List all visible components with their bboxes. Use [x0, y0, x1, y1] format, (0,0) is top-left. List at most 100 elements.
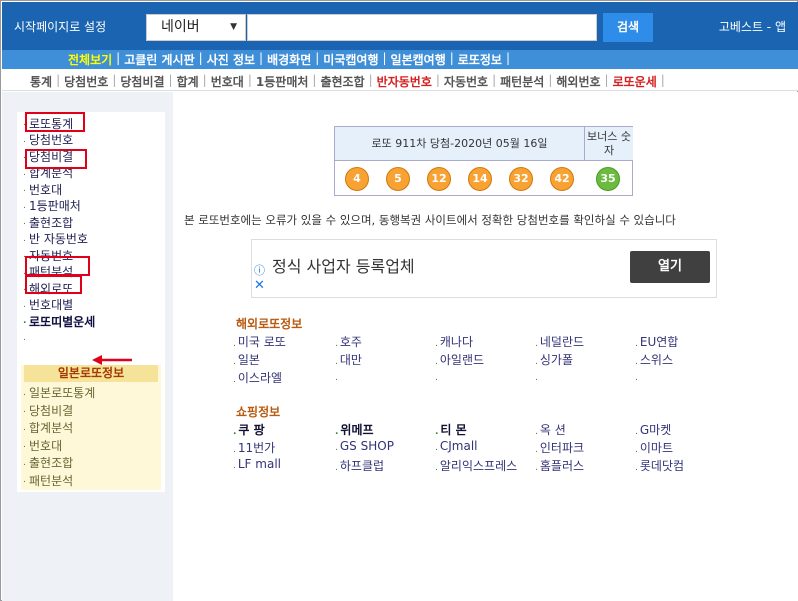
- lotto-ball: 32: [509, 167, 533, 191]
- bonus-header: 보너스 숫자: [585, 127, 633, 161]
- nav-item-wallpaper[interactable]: 배경화면: [265, 51, 313, 68]
- overseas-link-japan[interactable]: . 일본: [233, 351, 260, 368]
- dropdown-arrow-icon: ▼: [230, 22, 237, 32]
- pointer-arrow-icon: [92, 355, 132, 365]
- shop-link-lotte[interactable]: . 롯데닷컴: [635, 457, 684, 474]
- info-icon[interactable]: ⓘ: [254, 262, 265, 278]
- sidebar-item-by-range[interactable]: . 번호대별: [23, 297, 95, 314]
- nav-item-photo[interactable]: 사진 정보: [205, 51, 257, 68]
- jp-item-range[interactable]: . 번호대: [23, 437, 95, 455]
- sidebar-item-winning-numbers[interactable]: . 당첨번호: [23, 132, 95, 149]
- main-content: 로또 911차 당첨-2020년 05월 16일 보너스 숫자 4 5 12 1…: [173, 92, 798, 601]
- sidebar-item-fortune[interactable]: . 로또띠별운세: [23, 313, 95, 330]
- overseas-link-israel[interactable]: . 이스라엘: [233, 369, 282, 386]
- winning-balls: 4 5 12 14 32 42: [345, 167, 591, 191]
- lotto-draw-header: 로또 911차 당첨-2020년 05월 16일: [335, 127, 585, 161]
- browser-page: 시작페이지로 설정 네이버 ▼ 검색 고베스트 - 앱 전체보기 | 고클린 게…: [0, 0, 798, 601]
- japan-lotto-title: 일본로또정보: [24, 365, 158, 382]
- lotto-nav-combos[interactable]: 출현조합: [320, 73, 364, 90]
- lotto-nav-overseas[interactable]: 해외번호: [556, 73, 600, 90]
- lotto-nav-first-prize-shops[interactable]: 1등판매처: [256, 73, 309, 90]
- overseas-link-singapore[interactable]: . 싱가폴: [535, 351, 573, 368]
- search-button[interactable]: 검색: [603, 13, 653, 42]
- japan-lotto-panel: 일본로또정보 . 일본로또통계 . 당첨비결 . 합계분석 . 번호대 . 출현조합 .패…: [21, 365, 161, 490]
- overseas-link-switzerland[interactable]: . 스위스: [635, 351, 673, 368]
- ad-text: 정식 사업자 등록업체: [272, 257, 415, 276]
- jp-item-combos[interactable]: . 출현조합: [23, 454, 95, 472]
- jp-item-sum[interactable]: . 합계분석: [23, 419, 95, 437]
- lotto-ball: 14: [468, 167, 492, 191]
- nav-separator: |: [116, 51, 121, 65]
- lotto-nav-range[interactable]: 번호대: [211, 73, 244, 90]
- bonus-ball: 35: [596, 167, 620, 191]
- sidebar-item-combos[interactable]: . 출현조합: [23, 214, 95, 231]
- lotto-nav-winning-numbers[interactable]: 당첨번호: [64, 73, 108, 90]
- sidebar-item-first-prize-shops[interactable]: . 1등판매처: [23, 198, 95, 215]
- shop-link-tmon[interactable]: .티 몬: [435, 421, 467, 438]
- shop-link-interpark[interactable]: . 인터파크: [535, 439, 584, 456]
- shop-link-homeplus[interactable]: . 홈플러스: [535, 457, 584, 474]
- overseas-link-eu[interactable]: . EU연합: [635, 333, 678, 350]
- lotto-nav-stats[interactable]: 통계: [30, 73, 52, 90]
- sidebar-item-range[interactable]: . 번호대: [23, 181, 95, 198]
- highlight-box-lotto-stats: [25, 112, 85, 132]
- jp-item-stats[interactable]: . 일본로또통계: [23, 384, 95, 402]
- shop-link-auction[interactable]: .옥 션: [535, 421, 566, 438]
- search-input[interactable]: [247, 14, 597, 41]
- shop-link-gsshop[interactable]: . GS SHOP: [335, 439, 394, 453]
- nav-item-jp-travel[interactable]: 일본캡여행: [389, 51, 448, 68]
- nav-separator: |: [449, 51, 454, 65]
- lotto-result-box: 로또 911차 당첨-2020년 05월 16일 보너스 숫자 4 5 12 1…: [334, 126, 633, 196]
- lotto-ball: 4: [345, 167, 369, 191]
- search-engine-value: 네이버: [161, 19, 200, 35]
- ad-banner[interactable]: ⓘ ✕ 정식 사업자 등록업체 열기: [251, 239, 717, 298]
- nav-item-board[interactable]: 고클린 게시판: [122, 51, 196, 68]
- shop-link-emart[interactable]: . 이마트: [635, 439, 673, 456]
- lotto-ball: 12: [427, 167, 451, 191]
- shop-link-cjmall[interactable]: . CJmall: [435, 439, 478, 453]
- overseas-empty: .: [535, 373, 538, 383]
- highlight-box-pattern: [25, 275, 82, 294]
- jp-item-tips[interactable]: . 당첨비결: [23, 402, 95, 420]
- lotto-nav-pattern[interactable]: 패턴분석: [500, 73, 544, 90]
- overseas-link-us[interactable]: . 미국 로또: [233, 333, 286, 350]
- search-engine-select[interactable]: 네이버 ▼: [146, 14, 246, 41]
- lotto-nav-fortune[interactable]: 로또운세: [613, 73, 657, 90]
- overseas-empty: .: [435, 373, 438, 383]
- lotto-nav-sum[interactable]: 합계: [177, 73, 199, 90]
- lotto-nav: 통계 | 당첨번호 | 당첨비결 | 합계 | 번호대 | 1등판매처 | 출현…: [2, 69, 798, 91]
- nav-item-all[interactable]: 전체보기: [66, 51, 114, 68]
- overseas-empty: .: [635, 373, 638, 383]
- overseas-link-canada[interactable]: . 캐나다: [435, 333, 473, 350]
- top-bar: 시작페이지로 설정 네이버 ▼ 검색 고베스트 - 앱: [2, 2, 798, 50]
- app-link[interactable]: 고베스트 - 앱: [719, 18, 786, 35]
- highlight-box-tips: [25, 149, 87, 169]
- overseas-link-australia[interactable]: . 호주: [335, 333, 362, 350]
- shop-link-wemakeprice[interactable]: . 위메프: [335, 421, 374, 438]
- overseas-link-ireland[interactable]: . 아일랜드: [435, 351, 484, 368]
- shop-link-halfclub[interactable]: . 하프클럽: [335, 457, 384, 474]
- close-icon[interactable]: ✕: [254, 278, 265, 293]
- nav-separator: |: [505, 51, 511, 65]
- shop-link-gmarket[interactable]: . G마켓: [635, 421, 671, 438]
- shop-link-coupang[interactable]: .쿠 팡: [233, 421, 265, 438]
- nav-item-lotto-info[interactable]: 로또정보: [456, 51, 504, 68]
- overseas-link-netherlands[interactable]: . 네덜란드: [535, 333, 584, 350]
- set-start-page-link[interactable]: 시작페이지로 설정: [14, 18, 106, 35]
- shop-link-aliexpress[interactable]: . 알리익스프레스: [435, 457, 517, 474]
- overseas-link-taiwan[interactable]: . 대만: [335, 351, 362, 368]
- overseas-lotto-title: 해외로또정보: [236, 317, 303, 331]
- shop-link-11st[interactable]: . 11번가: [233, 439, 275, 456]
- ad-open-button[interactable]: 열기: [630, 251, 710, 283]
- nav-item-us-travel[interactable]: 미국캡여행: [321, 51, 380, 68]
- shop-link-lfmall[interactable]: . LF mall: [233, 457, 281, 471]
- lotto-ball: 42: [550, 167, 574, 191]
- lotto-nav-tips[interactable]: 당첨비결: [120, 73, 164, 90]
- lotto-nav-semi-auto[interactable]: 반자동번호: [377, 73, 432, 90]
- lotto-nav-auto[interactable]: 자동번호: [444, 73, 488, 90]
- jp-item-pattern[interactable]: . 패턴분석: [23, 472, 95, 490]
- nav-separator: |: [315, 51, 320, 65]
- nav-separator: |: [198, 51, 203, 65]
- sidebar-item-semi-auto[interactable]: .반 자동번호: [23, 231, 95, 248]
- lotto-ball: 5: [386, 167, 410, 191]
